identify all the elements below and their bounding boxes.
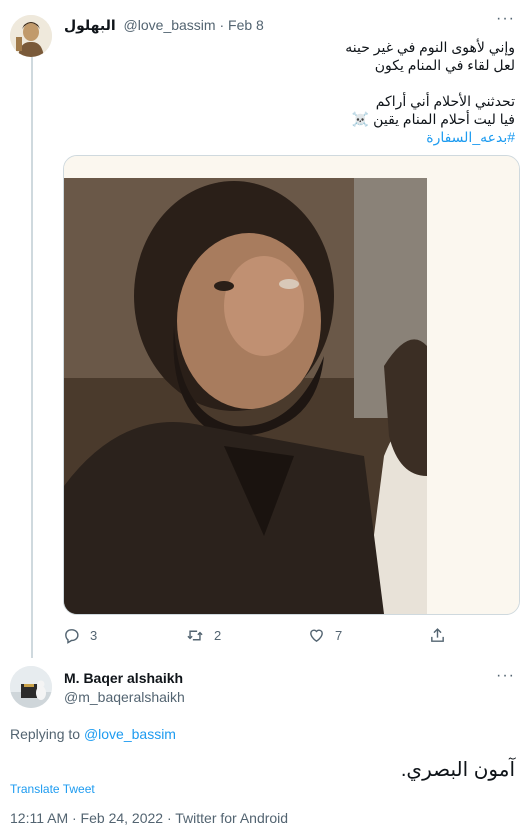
display-name[interactable]: M. Baqer alshaikh — [64, 670, 183, 686]
reply-count: 3 — [90, 628, 98, 643]
like-count: 7 — [335, 628, 343, 643]
tweet-line: وإني لأهوى النوم في غير حينه — [345, 39, 515, 55]
tweet-timestamp[interactable]: 12:11 AM · Feb 24, 2022 · Twitter for An… — [10, 810, 288, 826]
tweet-photo[interactable] — [63, 155, 520, 615]
tweet-date[interactable]: Feb 8 — [228, 17, 264, 33]
portrait-photo — [64, 156, 519, 614]
more-options-button[interactable]: ··· — [496, 10, 515, 28]
handle[interactable]: @love_bassim — [124, 17, 216, 33]
replying-prefix: Replying to — [10, 726, 81, 742]
tweet-text: آمون البصري. — [400, 759, 515, 781]
avatar[interactable] — [10, 666, 52, 708]
tweet-text: وإني لأهوى النوم في غير حينه لعل لقاء في… — [75, 38, 515, 146]
retweet-icon — [187, 630, 203, 641]
display-name[interactable]: البهلول — [64, 17, 116, 33]
replying-to-link[interactable]: @love_bassim — [84, 726, 176, 742]
replying-to: Replying to @love_bassim — [10, 726, 176, 742]
reply-button[interactable]: 3 — [63, 627, 97, 644]
thread-line — [31, 56, 33, 658]
more-options-button[interactable]: ··· — [496, 667, 515, 685]
separator-dot: · — [219, 17, 229, 33]
tweet-header: البهلول @love_bassim · Feb 8 — [64, 17, 264, 34]
heart-icon — [310, 629, 323, 643]
retweet-button[interactable]: 2 — [186, 627, 221, 644]
translate-tweet-link[interactable]: Translate Tweet — [10, 782, 95, 796]
reply-icon — [65, 629, 79, 644]
tweet-line: فيا ليت أحلام المنام يقين ☠️ — [351, 111, 515, 127]
tweet-line: تحدثني الأحلام أني أراكم — [375, 93, 515, 109]
handle[interactable]: @m_baqeralshaikh — [64, 689, 185, 705]
share-icon — [431, 628, 444, 642]
tweet-line: لعل لقاء في المنام يكون — [374, 57, 515, 73]
like-button[interactable]: 7 — [308, 627, 342, 644]
avatar[interactable] — [10, 15, 52, 57]
retweet-count: 2 — [214, 628, 222, 643]
hashtag-link[interactable]: #بدعه_السفارة — [75, 128, 515, 146]
share-button[interactable] — [429, 627, 446, 644]
